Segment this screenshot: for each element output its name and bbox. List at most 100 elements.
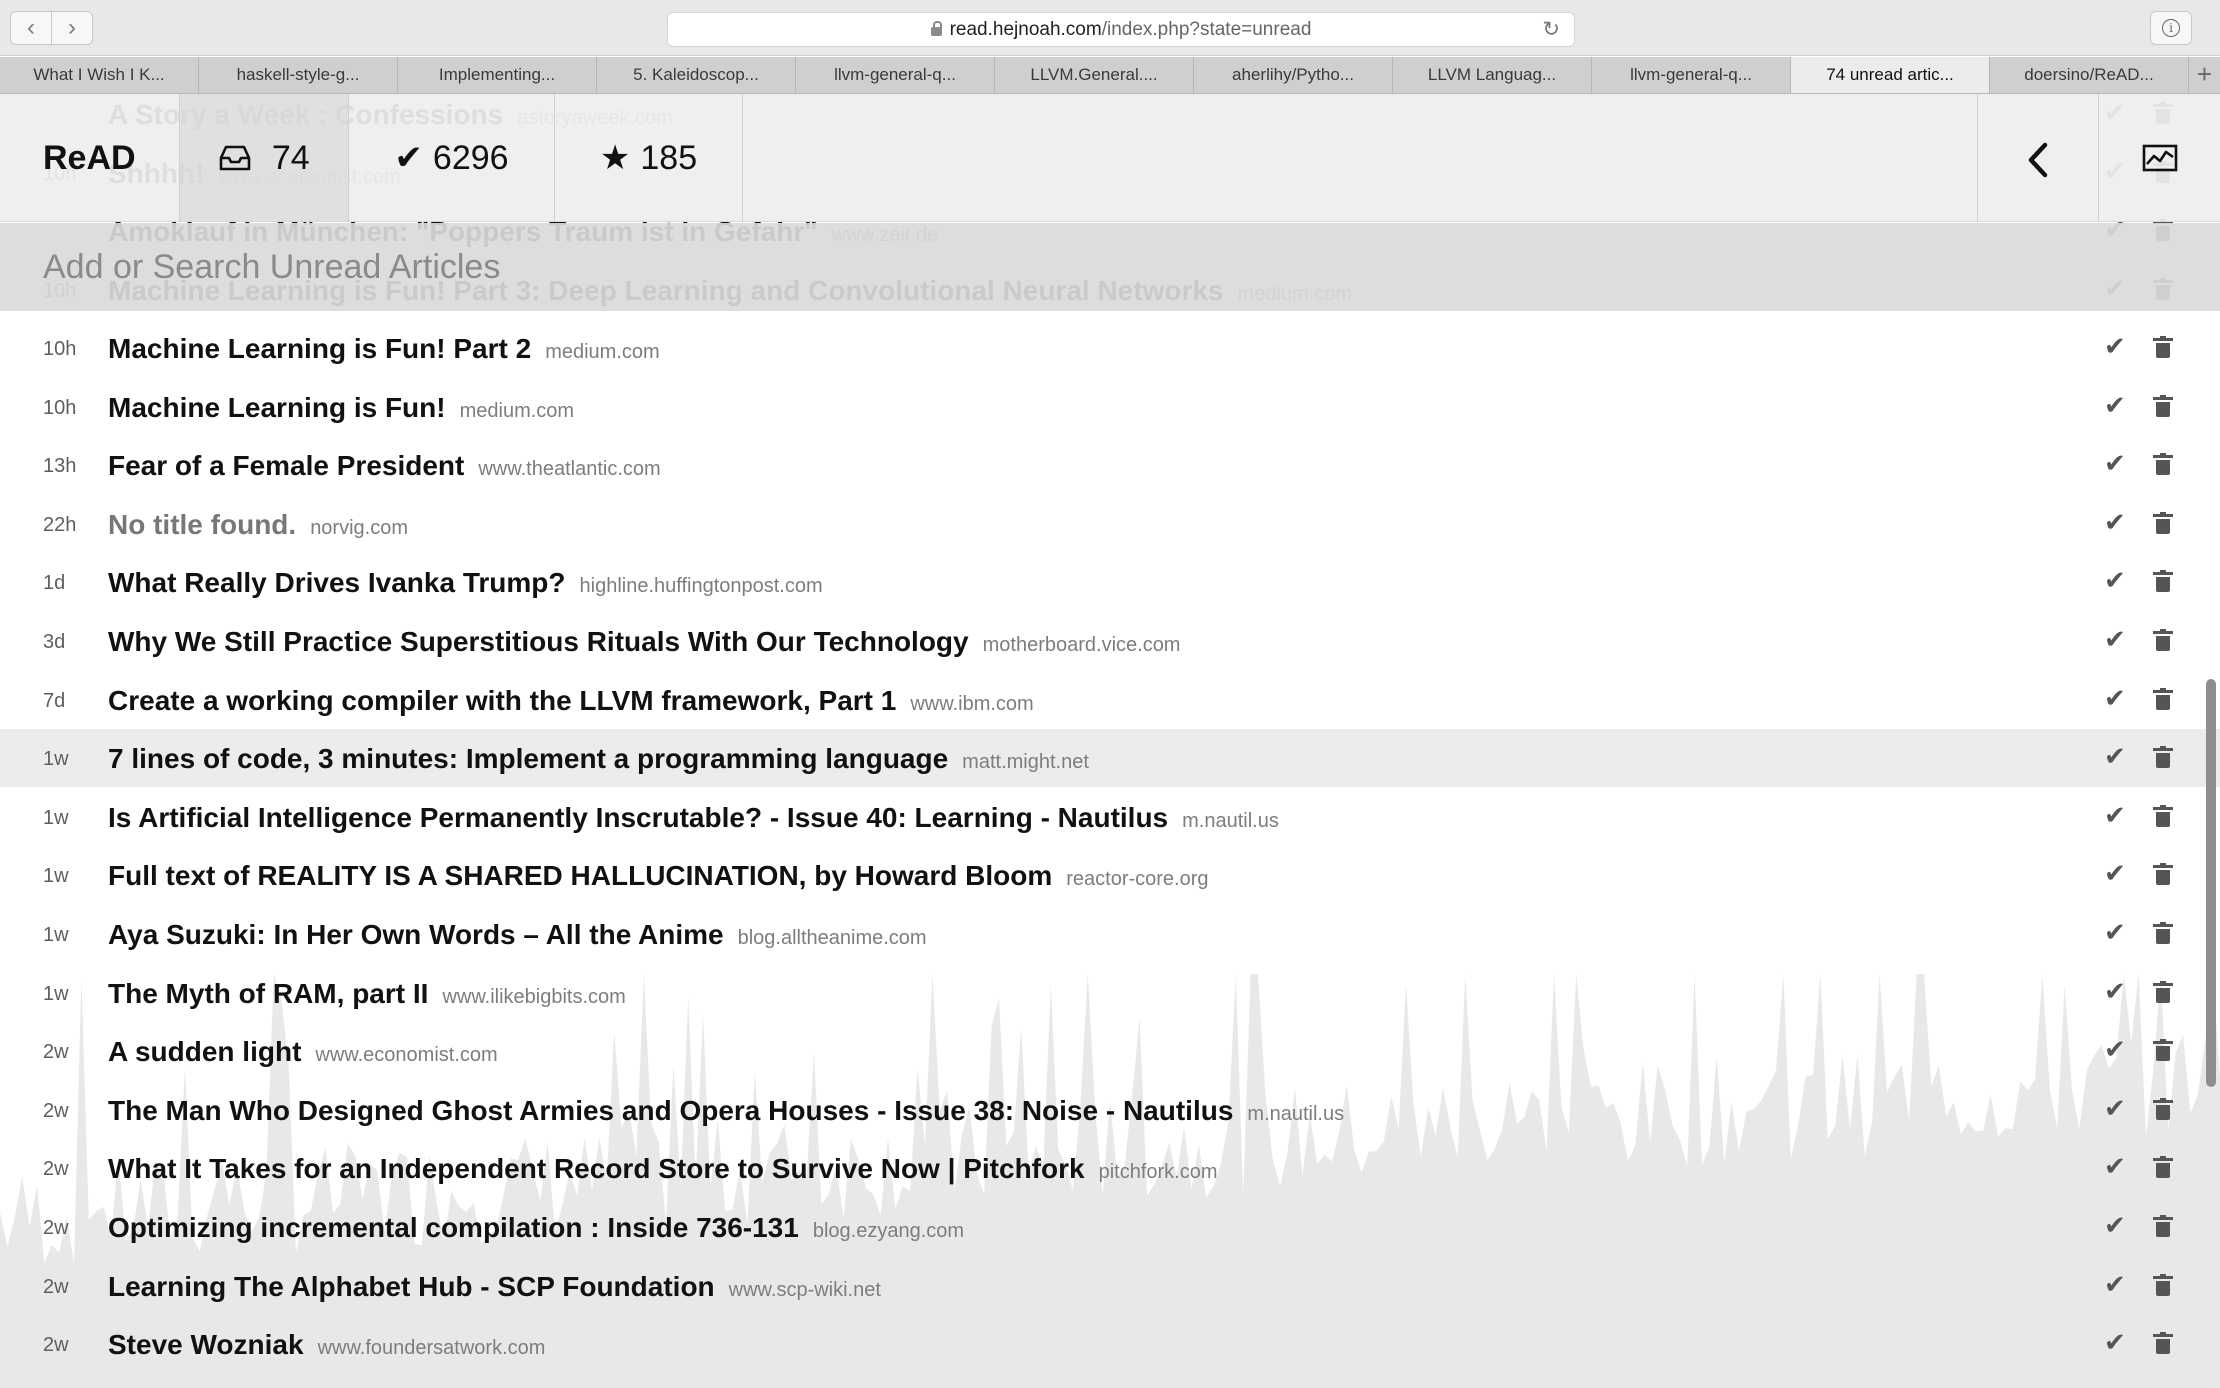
article-row[interactable]: 2w Optimizing incremental compilation : I…: [0, 1198, 2220, 1256]
browser-tab[interactable]: aherlihy/Pytho...: [1194, 57, 1393, 93]
article-title-link[interactable]: The Man Who Designed Ghost Armies and Op…: [108, 1095, 1233, 1126]
trash-icon[interactable]: [2153, 804, 2173, 827]
article-title-link[interactable]: A sudden light: [108, 1036, 301, 1067]
reload-icon[interactable]: ↻: [1542, 13, 1560, 47]
trash-icon[interactable]: [2153, 511, 2173, 534]
article-row[interactable]: 22h No title found. norvig.com ✔: [0, 495, 2220, 553]
trash-icon[interactable]: [2153, 570, 2173, 593]
trash-icon[interactable]: [2153, 746, 2173, 769]
article-title-link[interactable]: Steve Wozniak: [108, 1329, 304, 1360]
check-icon[interactable]: ✔: [2104, 858, 2126, 889]
trash-icon[interactable]: [2153, 687, 2173, 710]
check-icon[interactable]: ✔: [2104, 507, 2126, 538]
check-icon[interactable]: ✔: [2104, 917, 2126, 948]
browser-tab[interactable]: llvm-general-q...: [796, 57, 995, 93]
article-row[interactable]: 2w A sudden light www.economist.com ✔: [0, 1022, 2220, 1080]
trash-icon[interactable]: [2153, 863, 2173, 886]
trash-icon[interactable]: [2153, 1273, 2173, 1296]
article-age: 2w: [43, 1158, 69, 1181]
browser-tab[interactable]: Implementing...: [398, 57, 597, 93]
trash-icon[interactable]: [2153, 1039, 2173, 1062]
trash-icon[interactable]: [2153, 922, 2173, 944]
trash-icon[interactable]: [2153, 1156, 2173, 1179]
trash-icon[interactable]: [2153, 980, 2173, 1003]
check-icon[interactable]: ✔: [2104, 1093, 2126, 1124]
address-bar[interactable]: read.hejnoah.com/index.php?state=unread …: [667, 12, 1575, 47]
browser-tab[interactable]: 74 unread artic...: [1791, 57, 1990, 93]
trash-icon[interactable]: [2153, 453, 2173, 476]
check-icon[interactable]: ✔: [2104, 1269, 2126, 1300]
check-icon[interactable]: ✔: [2104, 741, 2126, 772]
check-icon[interactable]: ✔: [2104, 800, 2126, 831]
browser-tab[interactable]: 5. Kaleidoscop...: [597, 57, 796, 93]
collapse-button[interactable]: [1977, 94, 2099, 222]
article-title-link[interactable]: Create a working compiler with the LLVM …: [108, 685, 896, 716]
article-title-link[interactable]: The Myth of RAM, part II: [108, 978, 428, 1009]
trash-icon[interactable]: [2153, 394, 2173, 417]
unread-tab[interactable]: 74: [180, 94, 349, 222]
browser-tab[interactable]: haskell-style-g...: [199, 57, 398, 93]
article-title-link[interactable]: Fear of a Female President: [108, 450, 464, 481]
check-icon[interactable]: ✔: [2104, 1210, 2126, 1241]
article-title-link[interactable]: What Really Drives Ivanka Trump?: [108, 567, 566, 598]
article-title-link[interactable]: Learning The Alphabet Hub - SCP Foundati…: [108, 1271, 715, 1302]
article-title-link[interactable]: No title found.: [108, 509, 296, 540]
article-row[interactable]: 7d Create a working compiler with the LLV…: [0, 671, 2220, 729]
article-row[interactable]: 10h Machine Learning is Fun! medium.com ✔: [0, 378, 2220, 436]
tab-bar: What I Wish I K... haskell-style-g... Impl…: [0, 57, 2220, 94]
article-title-link[interactable]: Is Artificial Intelligence Permanently I…: [108, 802, 1168, 833]
new-tab-button[interactable]: +: [2189, 57, 2220, 93]
trash-icon[interactable]: [2153, 1097, 2173, 1120]
article-title-link[interactable]: What It Takes for an Independent Record …: [108, 1153, 1085, 1184]
back-button[interactable]: ‹: [10, 11, 52, 45]
check-icon[interactable]: ✔: [2104, 331, 2126, 362]
search-input[interactable]: [0, 223, 2220, 311]
trash-icon[interactable]: [2153, 629, 2173, 651]
article-row[interactable]: 2w Steve Wozniak www.foundersatwork.com ✔: [0, 1315, 2220, 1373]
info-icon: i: [2162, 19, 2180, 37]
article-title-link[interactable]: Machine Learning is Fun!: [108, 392, 446, 423]
check-icon[interactable]: ✔: [2104, 1327, 2126, 1358]
check-icon[interactable]: ✔: [2104, 390, 2126, 421]
article-row[interactable]: 1w Full text of REALITY IS A SHARED HALLU…: [0, 846, 2220, 904]
article-title-link[interactable]: 7 lines of code, 3 minutes: Implement a …: [108, 743, 948, 774]
article-title-link[interactable]: Optimizing incremental compilation : Ins…: [108, 1212, 799, 1243]
article-row[interactable]: 1w The Myth of RAM, part II www.ilikebigbi…: [0, 964, 2220, 1022]
article-title-link[interactable]: Why We Still Practice Superstitious Ritu…: [108, 626, 969, 657]
article-title-link[interactable]: Full text of REALITY IS A SHARED HALLUCI…: [108, 860, 1052, 891]
info-button[interactable]: i: [2150, 11, 2192, 45]
check-icon[interactable]: ✔: [2104, 624, 2126, 655]
check-icon[interactable]: ✔: [2104, 565, 2126, 596]
browser-tab[interactable]: LLVM.General....: [995, 57, 1194, 93]
starred-tab[interactable]: ★ 185: [555, 94, 743, 222]
article-row[interactable]: 10h Machine Learning is Fun! Part 2 medium…: [0, 319, 2220, 377]
browser-tab[interactable]: What I Wish I K...: [0, 57, 199, 93]
article-title-link[interactable]: Aya Suzuki: In Her Own Words – All the A…: [108, 919, 724, 950]
article-row[interactable]: 3d Why We Still Practice Superstitious Ri…: [0, 612, 2220, 670]
article-row[interactable]: 2w The Man Who Designed Ghost Armies and …: [0, 1081, 2220, 1139]
check-icon[interactable]: ✔: [2104, 976, 2126, 1007]
trash-icon[interactable]: [2153, 336, 2173, 358]
article-row[interactable]: 1w Is Artificial Intelligence Permanently…: [0, 788, 2220, 846]
article-row[interactable]: 2w What It Takes for an Independent Recor…: [0, 1139, 2220, 1197]
check-icon[interactable]: ✔: [2104, 683, 2126, 714]
article-row[interactable]: 2w Learning The Alphabet Hub - SCP Founda…: [0, 1257, 2220, 1315]
article-row[interactable]: 13h Fear of a Female President www.theatla…: [0, 436, 2220, 494]
scrollbar-thumb[interactable]: [2206, 679, 2216, 1087]
trash-icon[interactable]: [2153, 1332, 2173, 1355]
article-row[interactable]: 1w Aya Suzuki: In Her Own Words – All the…: [0, 905, 2220, 963]
forward-button[interactable]: ›: [51, 11, 93, 45]
browser-tab[interactable]: doersino/ReAD...: [1990, 57, 2189, 93]
browser-tab[interactable]: llvm-general-q...: [1592, 57, 1791, 93]
check-icon[interactable]: ✔: [2104, 1151, 2126, 1182]
article-row[interactable]: 1d What Really Drives Ivanka Trump? highli…: [0, 553, 2220, 611]
trash-icon[interactable]: [2153, 1215, 2173, 1237]
article-title-link[interactable]: Machine Learning is Fun! Part 2: [108, 333, 531, 364]
brand-logo[interactable]: ReAD: [0, 94, 180, 222]
check-icon[interactable]: ✔: [2104, 1034, 2126, 1065]
check-icon[interactable]: ✔: [2104, 448, 2126, 479]
browser-tab[interactable]: LLVM Languag...: [1393, 57, 1592, 93]
article-row[interactable]: 1w 7 lines of code, 3 minutes: Implement …: [0, 729, 2220, 788]
archived-tab[interactable]: ✔ 6296: [349, 94, 555, 222]
article-domain: medium.com: [459, 399, 575, 422]
